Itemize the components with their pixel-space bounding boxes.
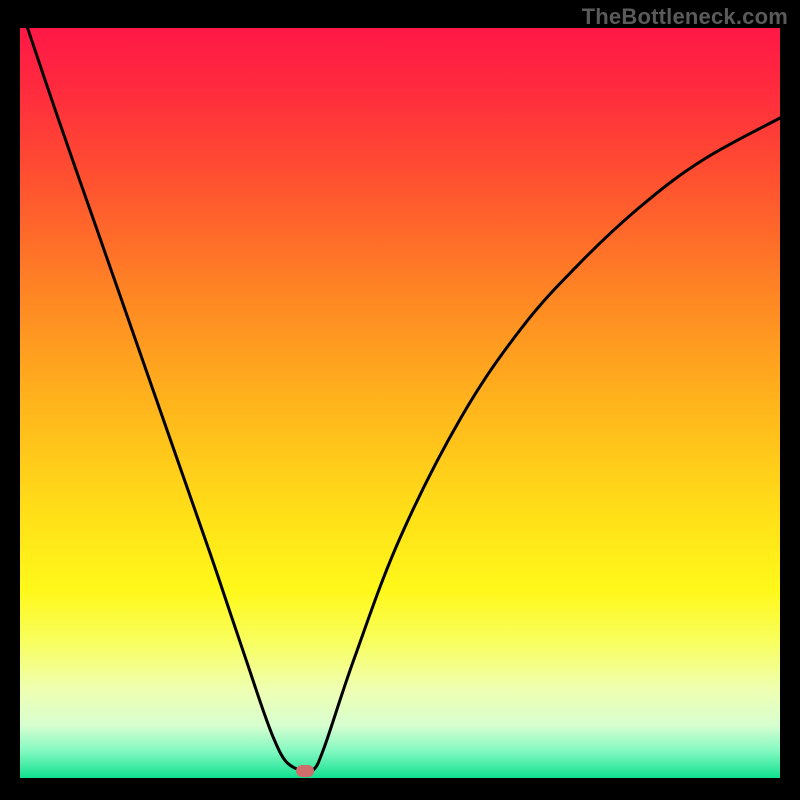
optimum-marker bbox=[296, 765, 314, 777]
chart-container: TheBottleneck.com bbox=[0, 0, 800, 800]
plot-area bbox=[20, 28, 780, 778]
curve-layer bbox=[20, 28, 780, 778]
bottleneck-curve bbox=[20, 28, 780, 773]
watermark-text: TheBottleneck.com bbox=[582, 4, 788, 30]
